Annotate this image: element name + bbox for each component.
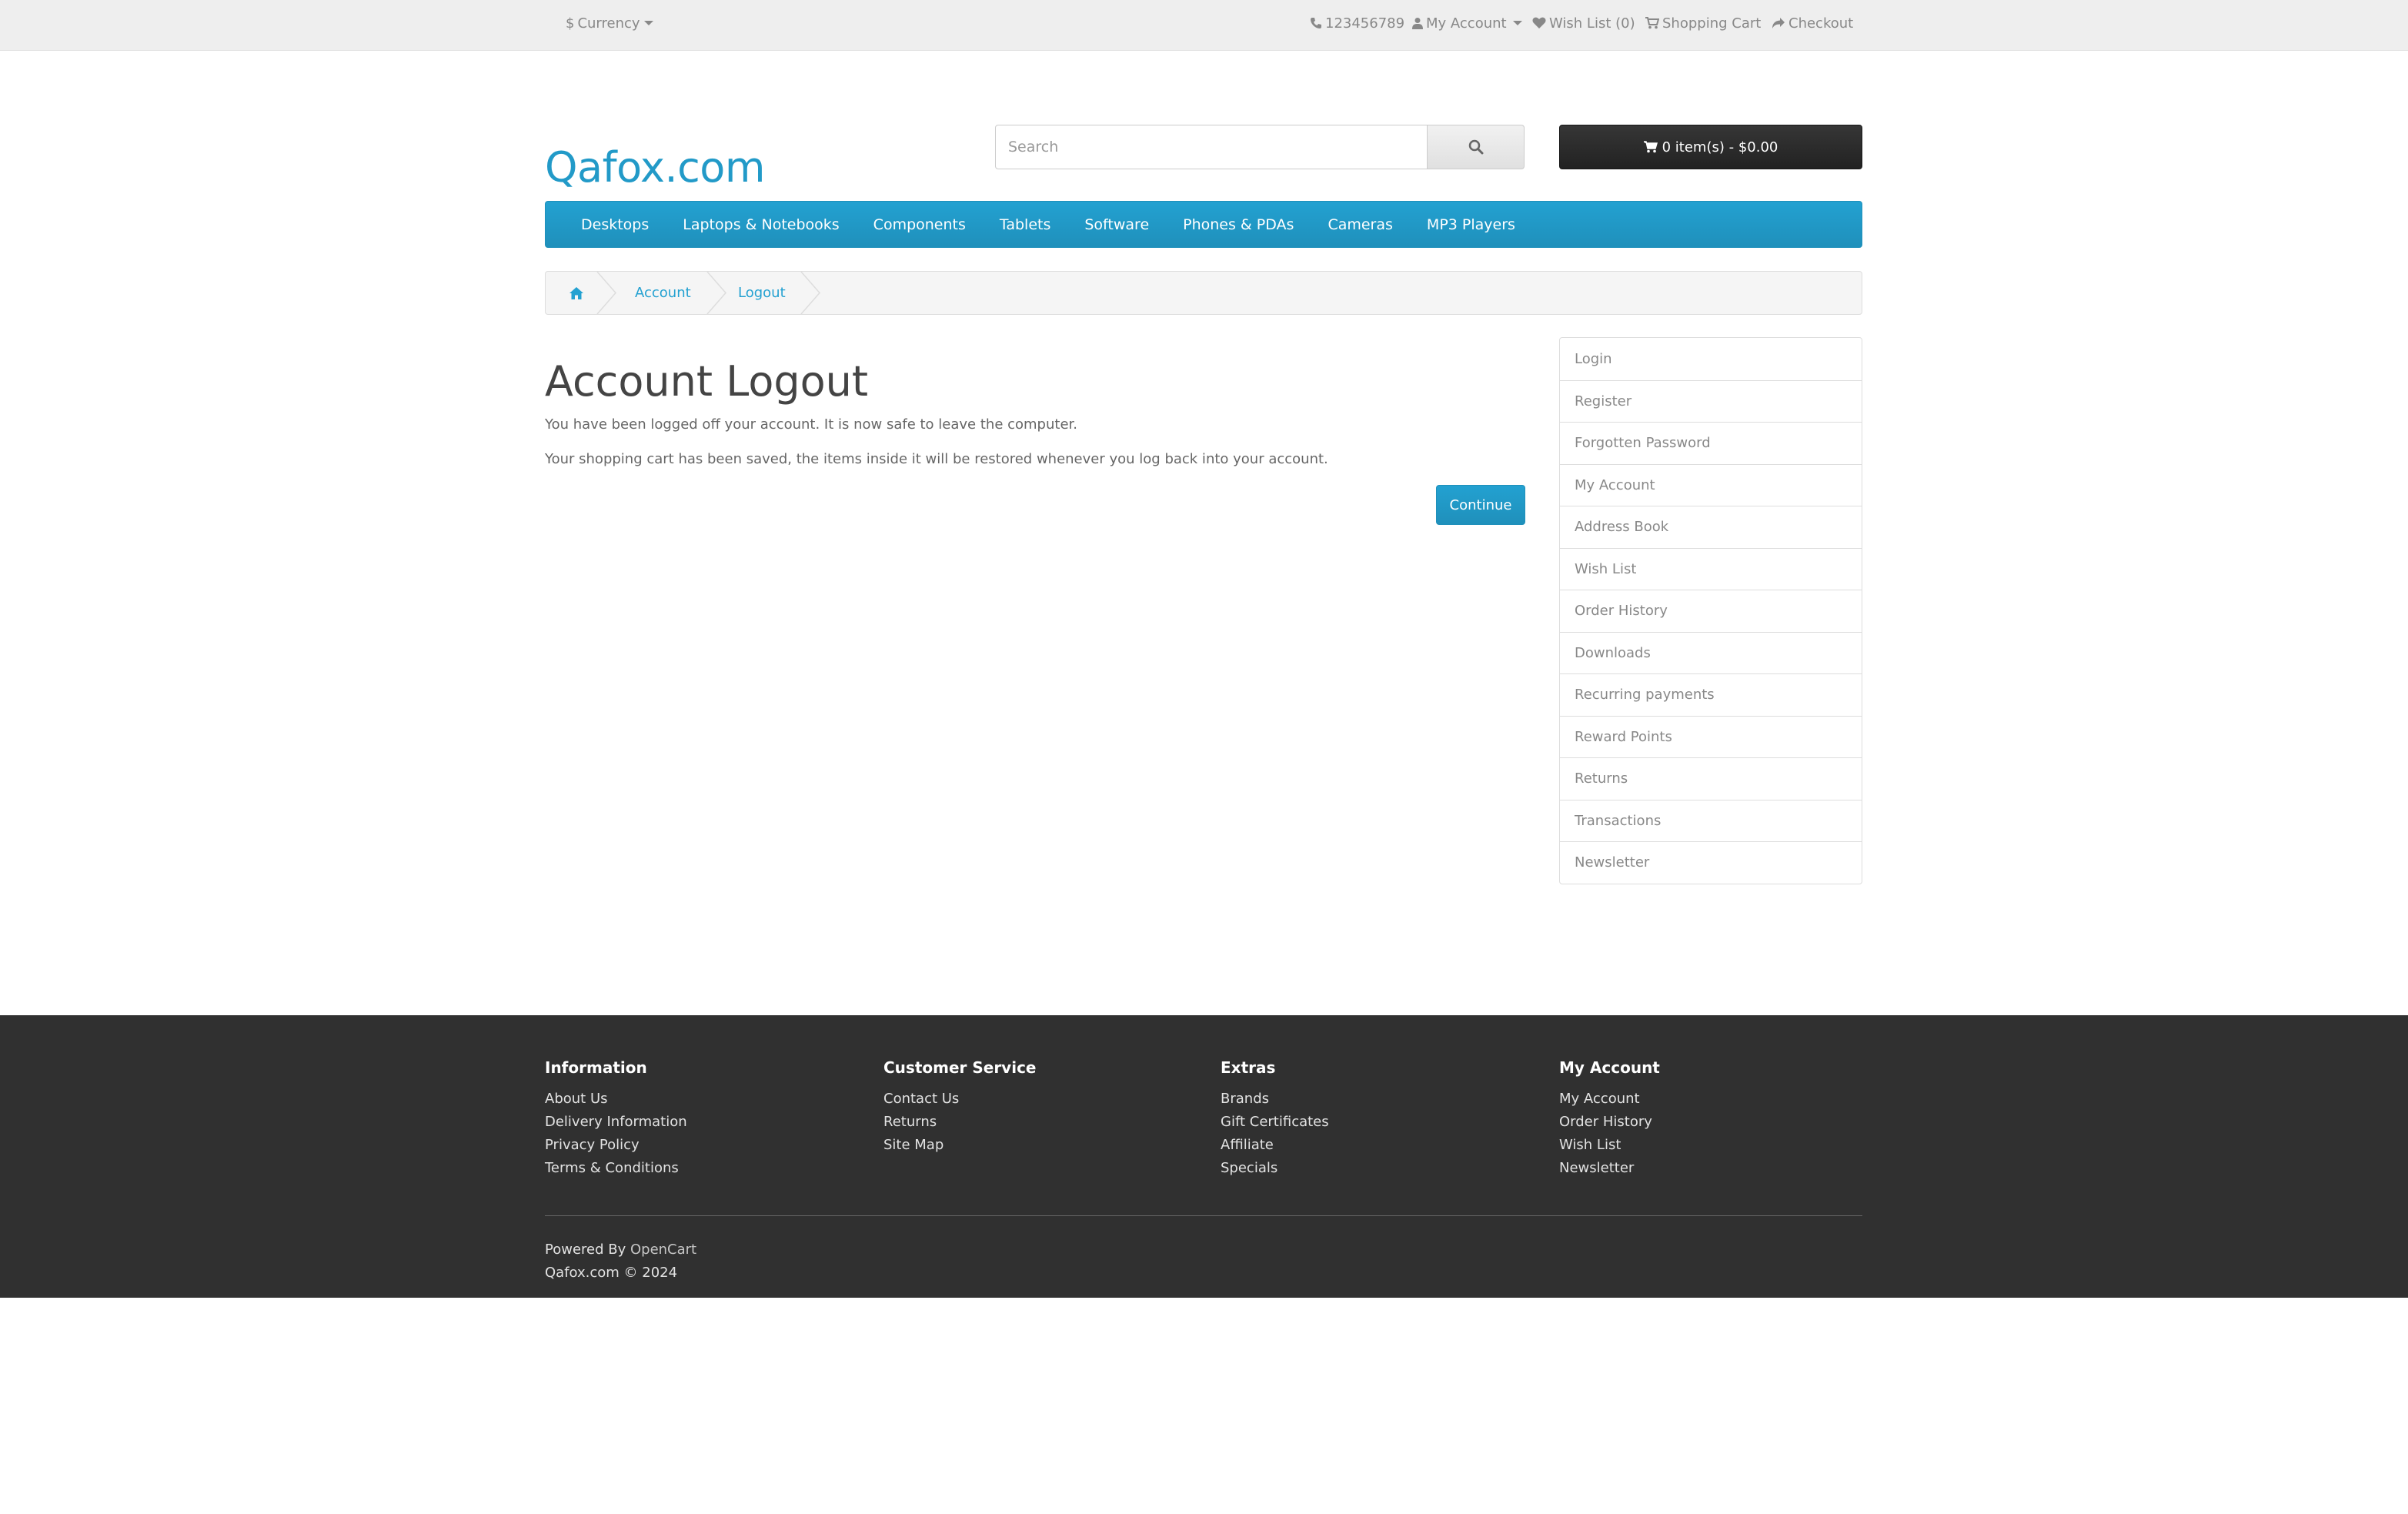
footer-column-extras: Extras Brands Gift Certificates Affiliat… [1221,1058,1329,1180]
sidebar-item-downloads[interactable]: Downloads [1560,631,1862,674]
sidebar-item-forgotten-password[interactable]: Forgotten Password [1560,422,1862,464]
sidebar-item-address-book[interactable]: Address Book [1560,506,1862,548]
opencart-link[interactable]: OpenCart [630,1242,696,1258]
account-sidebar: Login Register Forgotten Password My Acc… [1559,337,1862,884]
sidebar-item-newsletter[interactable]: Newsletter [1560,841,1862,884]
shopping-cart-link[interactable]: Shopping Cart [1645,0,1761,46]
menu-item-mp3-players[interactable]: MP3 Players [1410,216,1532,233]
footer-link-order-history[interactable]: Order History [1559,1111,1660,1134]
share-icon [1772,18,1785,28]
sidebar-item-transactions[interactable]: Transactions [1560,799,1862,842]
footer-link-specials[interactable]: Specials [1221,1157,1329,1180]
my-account-dropdown[interactable]: My Account [1412,0,1522,46]
sidebar-item-wish-list[interactable]: Wish List [1560,547,1862,590]
phone-icon [1311,18,1321,28]
menu-item-software[interactable]: Software [1067,216,1166,233]
wish-list-label: Wish List (0) [1549,15,1635,32]
powered-by-prefix: Powered By [545,1242,626,1258]
main-menu: Desktops Laptops & Notebooks Components … [545,201,1862,248]
phone-link[interactable]: 123456789 [1310,0,1404,46]
cart-icon [1643,141,1658,153]
home-icon [569,286,583,299]
search-icon [1468,139,1483,155]
heart-icon [1532,17,1546,28]
currency-label: Currency [577,15,640,32]
menu-item-tablets[interactable]: Tablets [983,216,1067,233]
sidebar-item-returns[interactable]: Returns [1560,757,1862,800]
checkout-label: Checkout [1788,15,1854,32]
cart-saved-message: Your shopping cart has been saved, the i… [545,451,1328,467]
footer-column-customer-service: Customer Service Contact Us Returns Site… [883,1058,1037,1157]
dollar-icon: $ [566,15,575,32]
sidebar-item-order-history[interactable]: Order History [1560,590,1862,632]
top-bar: $ Currency 123456789 My Account Wish Lis… [0,0,2408,51]
footer-link-gift-certificates[interactable]: Gift Certificates [1221,1111,1329,1134]
footer-link-newsletter[interactable]: Newsletter [1559,1157,1660,1180]
menu-item-components[interactable]: Components [857,216,983,233]
breadcrumb-home[interactable] [569,272,584,314]
breadcrumb-separator [706,272,726,314]
wish-list-link[interactable]: Wish List (0) [1532,0,1635,46]
breadcrumb-separator [800,272,820,314]
shopping-cart-label: Shopping Cart [1662,15,1762,32]
menu-item-desktops[interactable]: Desktops [564,216,666,233]
sidebar-item-recurring-payments[interactable]: Recurring payments [1560,673,1862,716]
cart-summary: 0 item(s) - $0.00 [1662,139,1778,155]
my-account-label: My Account [1426,15,1507,32]
footer-link-contact-us[interactable]: Contact Us [883,1088,1037,1111]
currency-dropdown[interactable]: $ Currency [566,0,653,46]
breadcrumb-account[interactable]: Account [635,272,691,314]
search-button[interactable] [1427,125,1525,169]
footer-column-my-account: My Account My Account Order History Wish… [1559,1058,1660,1180]
user-icon [1412,18,1423,29]
caret-down-icon [1512,21,1522,25]
cart-button[interactable]: 0 item(s) - $0.00 [1559,125,1862,169]
menu-item-phones-pdas[interactable]: Phones & PDAs [1166,216,1311,233]
caret-down-icon [643,21,653,25]
footer-link-my-account[interactable]: My Account [1559,1088,1660,1111]
powered-by: Powered By OpenCart [545,1242,696,1258]
site-logo[interactable]: Qafox.com [545,143,765,192]
site-footer: Information About Us Delivery Informatio… [0,1015,2408,1298]
sidebar-item-login[interactable]: Login [1560,338,1862,380]
footer-link-affiliate[interactable]: Affiliate [1221,1134,1329,1157]
breadcrumb-separator [596,272,616,314]
copyright: Qafox.com © 2024 [545,1265,678,1281]
page-title: Account Logout [545,357,869,406]
cart-icon [1645,17,1659,29]
footer-column-information: Information About Us Delivery Informatio… [545,1058,687,1180]
footer-heading: My Account [1559,1058,1660,1077]
footer-link-site-map[interactable]: Site Map [883,1134,1037,1157]
footer-link-delivery-information[interactable]: Delivery Information [545,1111,687,1134]
footer-heading: Extras [1221,1058,1276,1077]
sidebar-item-reward-points[interactable]: Reward Points [1560,715,1862,758]
checkout-link[interactable]: Checkout [1772,0,1853,46]
logout-message: You have been logged off your account. I… [545,416,1077,433]
footer-link-returns[interactable]: Returns [883,1111,1037,1134]
breadcrumb-logout[interactable]: Logout [738,272,786,314]
footer-link-terms-conditions[interactable]: Terms & Conditions [545,1157,687,1180]
menu-item-laptops-notebooks[interactable]: Laptops & Notebooks [666,216,856,233]
footer-link-privacy-policy[interactable]: Privacy Policy [545,1134,687,1157]
sidebar-item-register[interactable]: Register [1560,379,1862,423]
footer-heading: Customer Service [883,1058,1037,1077]
footer-link-wish-list[interactable]: Wish List [1559,1134,1660,1157]
search-group [995,125,1525,169]
sidebar-item-my-account[interactable]: My Account [1560,463,1862,506]
footer-divider [545,1215,1862,1216]
continue-button[interactable]: Continue [1436,485,1525,525]
search-input[interactable] [995,125,1428,169]
page-container: Qafox.com 0 item(s) - $0.00 Desktops Lap… [545,51,1862,1016]
breadcrumb: Account Logout [545,271,1862,315]
footer-link-brands[interactable]: Brands [1221,1088,1329,1111]
footer-link-about-us[interactable]: About Us [545,1088,687,1111]
footer-heading: Information [545,1058,647,1077]
phone-number: 123456789 [1325,15,1405,32]
menu-item-cameras[interactable]: Cameras [1311,216,1409,233]
